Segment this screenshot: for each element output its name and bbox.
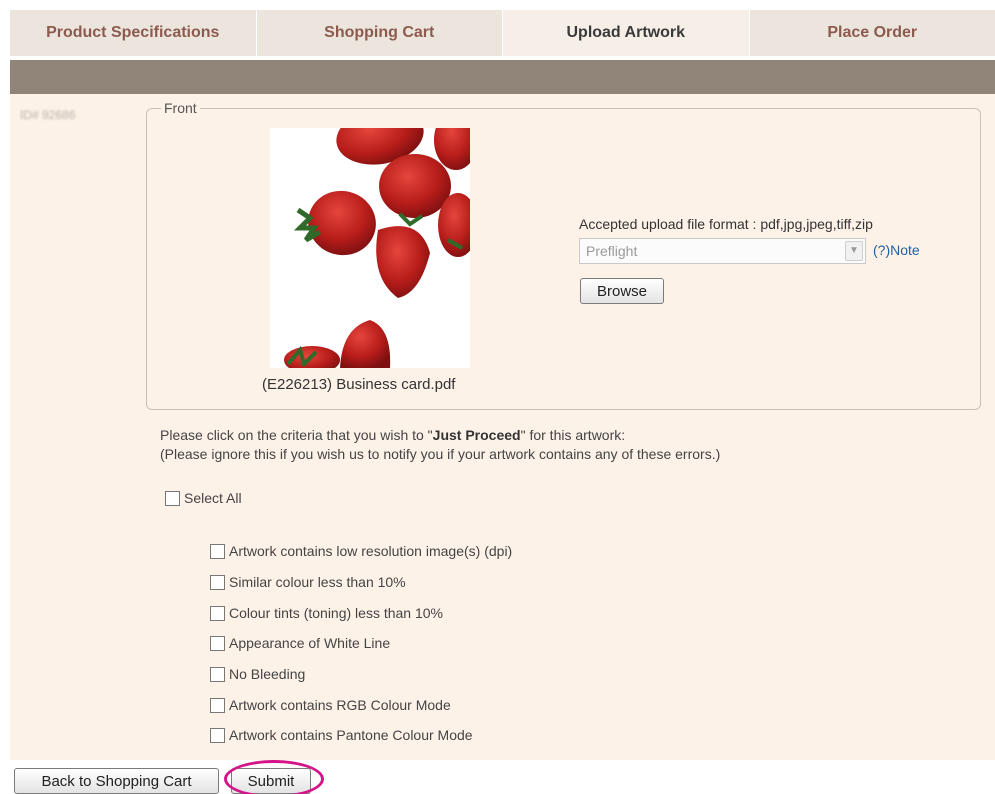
criteria-label: Artwork contains RGB Colour Mode xyxy=(229,697,451,713)
criteria-line-2: (Please ignore this if you wish us to no… xyxy=(160,446,721,462)
tab-upload-artwork[interactable]: Upload Artwork xyxy=(503,10,750,56)
just-proceed-text: Just Proceed xyxy=(432,427,521,443)
back-to-cart-button[interactable]: Back to Shopping Cart xyxy=(14,768,219,794)
criteria-checkbox-similar-colour[interactable]: Similar colour less than 10% xyxy=(210,574,406,590)
criteria-label: Similar colour less than 10% xyxy=(229,574,406,590)
criteria-instructions: Please click on the criteria that you wi… xyxy=(160,426,720,464)
note-link[interactable]: (?)Note xyxy=(873,242,920,258)
criteria-line-1-suffix: " for this artwork: xyxy=(520,427,626,443)
criteria-line-1-prefix: Please click on the criteria that you wi… xyxy=(160,427,433,443)
checkbox-box[interactable] xyxy=(210,605,225,621)
front-legend: Front xyxy=(164,100,197,116)
criteria-checkbox-pantone-mode[interactable]: Artwork contains Pantone Colour Mode xyxy=(210,727,473,743)
criteria-checkbox-white-line[interactable]: Appearance of White Line xyxy=(210,635,390,651)
front-fieldset: Front (E226213) Business card.pdf Accept… xyxy=(146,100,981,410)
checkbox-box[interactable] xyxy=(210,727,225,743)
tab-shopping-cart[interactable]: Shopping Cart xyxy=(256,10,503,56)
criteria-label: Artwork contains low resolution image(s)… xyxy=(229,543,513,559)
upload-panel: ID# 92686 Front (E226213) Business card.… xyxy=(10,94,995,760)
order-id: ID# 92686 xyxy=(20,108,76,122)
criteria-label: No Bleeding xyxy=(229,666,306,682)
criteria-line-1: Please click on the criteria that you wi… xyxy=(160,426,720,445)
criteria-checkbox-rgb-mode[interactable]: Artwork contains RGB Colour Mode xyxy=(210,697,451,713)
browse-button[interactable]: Browse xyxy=(580,278,664,304)
checkbox-box[interactable] xyxy=(165,490,180,506)
criteria-label: Appearance of White Line xyxy=(229,635,391,651)
header-bar xyxy=(10,60,995,94)
criteria-checkbox-colour-tints[interactable]: Colour tints (toning) less than 10% xyxy=(210,605,443,621)
checkbox-box[interactable] xyxy=(210,666,225,682)
tab-place-order[interactable]: Place Order xyxy=(749,10,995,56)
submit-highlight-circle xyxy=(224,760,324,794)
preflight-value: Preflight xyxy=(586,243,638,259)
criteria-checkbox-low-resolution[interactable]: Artwork contains low resolution image(s)… xyxy=(210,543,512,559)
strawberry-image xyxy=(284,128,470,368)
select-all-checkbox[interactable]: Select All xyxy=(165,490,242,506)
criteria-label: Colour tints (toning) less than 10% xyxy=(229,605,443,621)
checkbox-box[interactable] xyxy=(210,635,225,651)
criteria-label: Artwork contains Pantone Colour Mode xyxy=(229,727,473,743)
select-all-label: Select All xyxy=(184,490,242,506)
artwork-preview xyxy=(270,128,470,368)
artwork-filename: (E226213) Business card.pdf xyxy=(262,376,456,393)
step-tabs: Product Specifications Shopping Cart Upl… xyxy=(10,10,995,56)
chevron-down-icon: ▼ xyxy=(845,241,863,261)
preflight-select[interactable]: Preflight ▼ xyxy=(579,238,866,264)
tab-product-specifications[interactable]: Product Specifications xyxy=(10,10,257,56)
criteria-checkbox-no-bleeding[interactable]: No Bleeding xyxy=(210,666,305,682)
checkbox-box[interactable] xyxy=(210,543,225,559)
accepted-formats: Accepted upload file format : pdf,jpg,jp… xyxy=(579,216,873,232)
checkbox-box[interactable] xyxy=(210,574,225,590)
checkbox-box[interactable] xyxy=(210,697,225,713)
